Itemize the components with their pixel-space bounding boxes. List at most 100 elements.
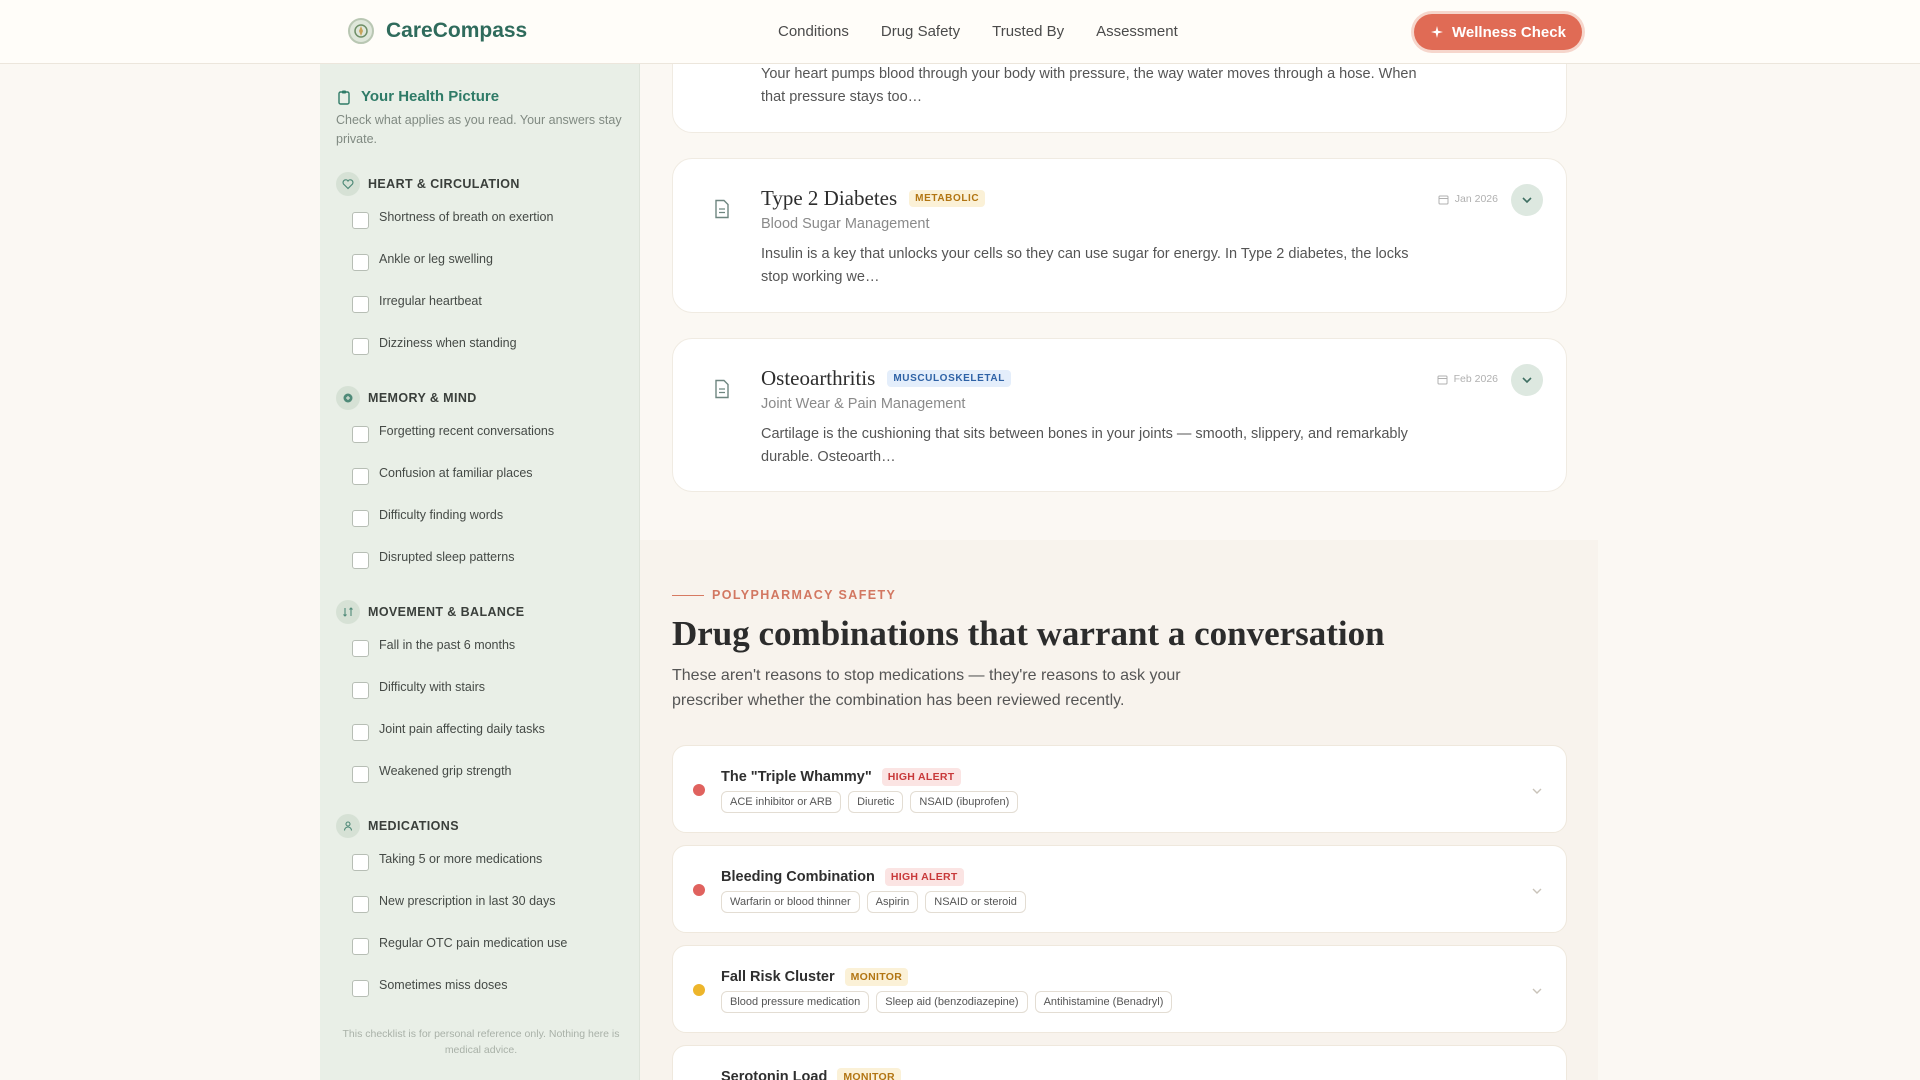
checkbox[interactable] <box>352 212 369 229</box>
checkbox[interactable] <box>352 724 369 741</box>
section-heading: Drug combinations that warrant a convers… <box>672 614 1385 653</box>
condition-card[interactable]: Osteoarthritis MUSCULOSKELETAL Joint Wea… <box>672 338 1567 492</box>
chevron-down-icon[interactable] <box>1530 784 1544 798</box>
document-icon <box>715 379 729 399</box>
drug-pill: Diuretic <box>848 791 904 813</box>
category-tag: MUSCULOSKELETAL <box>887 370 1011 387</box>
checkbox[interactable] <box>352 682 369 699</box>
checklist-item[interactable]: Regular OTC pain medication use <box>352 936 567 955</box>
checklist-item-label: Disrupted sleep patterns <box>379 550 515 564</box>
checkbox[interactable] <box>352 552 369 569</box>
checklist-item-label: Difficulty with stairs <box>379 680 486 694</box>
checklist-item[interactable]: Confusion at familiar places <box>352 466 533 485</box>
chevron-down-icon[interactable] <box>1530 884 1544 898</box>
condition-card[interactable]: Type 2 Diabetes METABOLIC Blood Sugar Ma… <box>672 158 1567 313</box>
wellness-check-label: Wellness Check <box>1452 23 1566 41</box>
pill-icon <box>336 814 360 838</box>
eyebrow-divider <box>672 594 704 596</box>
wellness-check-button-halo: Wellness Check <box>1411 11 1585 53</box>
checklist-item-label: Forgetting recent conversations <box>379 424 555 438</box>
checkbox[interactable] <box>352 426 369 443</box>
category-label: HEART & CIRCULATION <box>368 177 520 191</box>
checkbox[interactable] <box>352 468 369 485</box>
document-icon <box>715 199 729 219</box>
checklist-item[interactable]: New prescription in last 30 days <box>352 894 555 913</box>
checkbox[interactable] <box>352 980 369 997</box>
calendar-icon <box>1438 195 1449 204</box>
drug-pill-list: Warfarin or blood thinner Aspirin NSAID … <box>721 891 1033 913</box>
drug-pill: Sleep aid (benzodiazepine) <box>876 991 1028 1013</box>
wellness-check-button[interactable]: Wellness Check <box>1414 14 1582 50</box>
condition-date-text: Jan 2026 <box>1454 193 1498 205</box>
alert-badge: HIGH ALERT <box>881 768 961 786</box>
checklist-item-label: Fall in the past 6 months <box>379 638 516 652</box>
checklist-item[interactable]: Difficulty finding words <box>352 508 503 527</box>
category-label: MEMORY & MIND <box>368 391 477 405</box>
checkbox[interactable] <box>352 766 369 783</box>
checklist-item-label: Sometimes miss doses <box>379 978 508 992</box>
condition-title-row: Type 2 Diabetes METABOLIC <box>761 186 986 211</box>
condition-title: Type 2 Diabetes <box>761 186 898 210</box>
category-heart-circulation: HEART & CIRCULATION <box>336 172 520 196</box>
high-alert-dot <box>693 884 705 896</box>
checklist-item[interactable]: Weakened grip strength <box>352 764 512 783</box>
checklist-item-label: Confusion at familiar places <box>379 466 533 480</box>
nav-link-conditions[interactable]: Conditions <box>778 23 849 40</box>
nav-link-trusted-by[interactable]: Trusted By <box>992 23 1064 40</box>
nav-link-assessment[interactable]: Assessment <box>1096 23 1178 40</box>
checkbox[interactable] <box>352 296 369 313</box>
monitor-dot <box>693 984 705 996</box>
checkbox[interactable] <box>352 510 369 527</box>
checkbox[interactable] <box>352 338 369 355</box>
drug-pill: Aspirin <box>866 891 919 913</box>
compass-logo-icon <box>348 18 374 44</box>
brand-name: CareCompass <box>386 19 528 42</box>
checklist-item[interactable]: Joint pain affecting daily tasks <box>352 722 545 741</box>
checkbox[interactable] <box>352 896 369 913</box>
category-movement-balance: MOVEMENT & BALANCE <box>336 600 525 624</box>
expand-button[interactable] <box>1511 364 1543 396</box>
checkbox[interactable] <box>352 254 369 271</box>
risk-card[interactable]: Serotonin Load MONITOR <box>672 1045 1567 1080</box>
brain-icon <box>336 386 360 410</box>
checklist-item-label: Difficulty finding words <box>379 508 504 522</box>
checklist-item[interactable]: Difficulty with stairs <box>352 680 485 699</box>
drug-pill: Antihistamine (Benadryl) <box>1034 991 1173 1013</box>
brand[interactable]: CareCompass <box>348 18 527 44</box>
drug-pill: Blood pressure medication <box>721 991 870 1013</box>
checklist-item[interactable]: Irregular heartbeat <box>352 294 482 313</box>
health-picture-sidebar: Your Health Picture Check what applies a… <box>320 64 640 1080</box>
sparkle-icon <box>1431 26 1443 38</box>
checklist-item[interactable]: Ankle or leg swelling <box>352 252 493 271</box>
risk-card[interactable]: Fall Risk Cluster MONITOR Blood pressure… <box>672 945 1567 1033</box>
monitor-badge: MONITOR <box>844 968 909 986</box>
condition-title-row: Osteoarthritis MUSCULOSKELETAL <box>761 366 1011 391</box>
risk-card[interactable]: Bleeding Combination HIGH ALERT Warfarin… <box>672 845 1567 933</box>
checklist-item[interactable]: Dizziness when standing <box>352 336 517 355</box>
clipboard-icon <box>338 90 350 105</box>
checklist-item[interactable]: Disrupted sleep patterns <box>352 550 515 569</box>
condition-date: Jan 2026 <box>1438 193 1498 205</box>
checklist-item-label: Dizziness when standing <box>379 336 517 350</box>
expand-button[interactable] <box>1511 184 1543 216</box>
chevron-down-icon[interactable] <box>1530 984 1544 998</box>
checklist-item[interactable]: Forgetting recent conversations <box>352 424 554 443</box>
top-navigation-bar: CareCompass Conditions Drug Safety Trust… <box>0 0 1920 64</box>
checkbox[interactable] <box>352 854 369 871</box>
nav-link-drug-safety[interactable]: Drug Safety <box>881 23 960 40</box>
drug-pill: NSAID or steroid <box>925 891 1026 913</box>
checklist-item[interactable]: Taking 5 or more medications <box>352 852 542 871</box>
checklist-item[interactable]: Shortness of breath on exertion <box>352 210 553 229</box>
risk-title-row: Serotonin Load MONITOR <box>721 1068 901 1080</box>
movement-icon <box>336 600 360 624</box>
checklist-item[interactable]: Fall in the past 6 months <box>352 638 515 657</box>
drug-pill: NSAID (ibuprofen) <box>910 791 1019 813</box>
checkbox[interactable] <box>352 640 369 657</box>
checklist-item-label: Taking 5 or more medications <box>379 852 543 866</box>
checklist-item[interactable]: Sometimes miss doses <box>352 978 508 997</box>
risk-card[interactable]: The "Triple Whammy" HIGH ALERT ACE inhib… <box>672 745 1567 833</box>
checklist-item-label: Regular OTC pain medication use <box>379 936 568 950</box>
monitor-badge: MONITOR <box>837 1068 901 1080</box>
eyebrow-label: POLYPHARMACY SAFETY <box>712 588 897 602</box>
checkbox[interactable] <box>352 938 369 955</box>
